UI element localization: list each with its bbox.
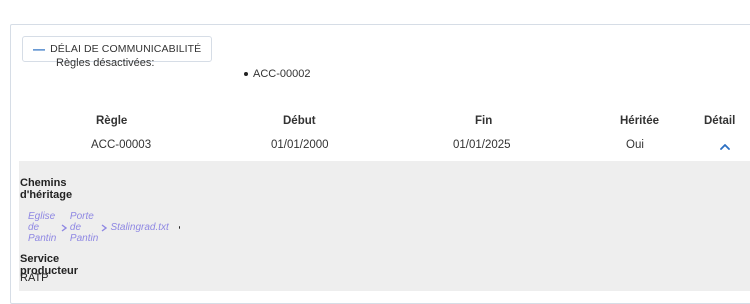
header-rule: Règle <box>96 115 128 127</box>
path-link-1[interactable]: Eglise de Pantin <box>28 211 58 244</box>
path-link-3[interactable]: Stalingrad.txt <box>110 222 168 233</box>
header-detail: Détail <box>704 115 736 127</box>
path-link-2[interactable]: Porte de Pantin <box>70 211 99 244</box>
detail-toggle-button[interactable] <box>715 139 735 153</box>
bullet-icon <box>178 226 181 229</box>
cell-start: 01/01/2000 <box>271 139 329 151</box>
header-inherited: Héritée <box>620 115 659 127</box>
disabled-rules-label: Règles désactivées: <box>56 57 155 69</box>
cell-inherited: Oui <box>626 139 644 151</box>
chevron-up-icon[interactable] <box>720 143 730 150</box>
header-end: Fin <box>475 115 493 127</box>
header-start: Début <box>283 115 316 127</box>
chevron-right-icon <box>61 223 67 232</box>
disabled-rule-item: ACC-00002 <box>253 68 311 80</box>
collapse-icon[interactable]: — <box>33 42 45 56</box>
inheritance-paths-title: Chemins d'héritage <box>20 177 73 201</box>
inheritance-path: Eglise de Pantin Porte de Pantin Staling… <box>28 211 181 244</box>
rule-details-panel: Chemins d'héritage Eglise de Pantin Port… <box>19 161 750 291</box>
section-title: DÉLAI DE COMMUNICABILITÉ <box>50 43 202 55</box>
chevron-right-icon <box>101 223 108 232</box>
bullet-icon <box>244 72 248 77</box>
service-producer-value: RATP <box>20 272 49 284</box>
cell-end: 01/01/2025 <box>453 139 511 151</box>
cell-rule: ACC-00003 <box>91 139 152 151</box>
disabled-rules-list: ACC-00002 <box>244 68 310 80</box>
